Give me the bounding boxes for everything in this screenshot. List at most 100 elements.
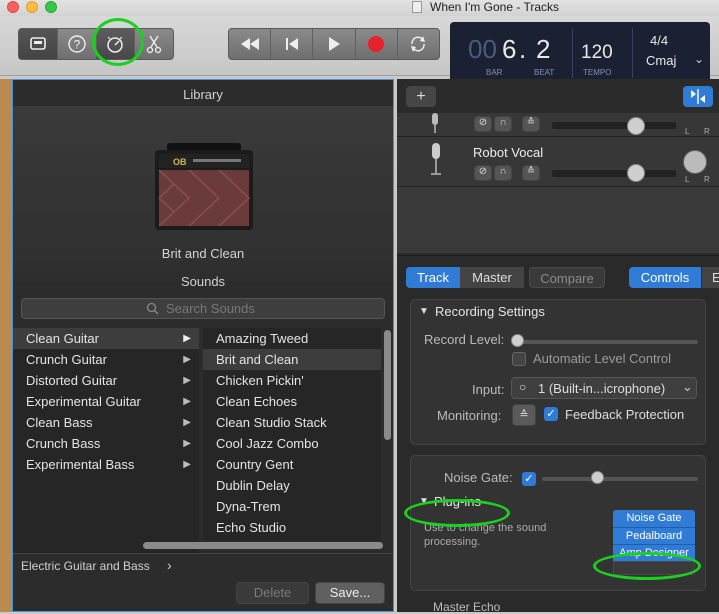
patch-label: Chicken Pickin'	[216, 373, 304, 388]
patch-item[interactable]: Amazing Tweed	[203, 328, 381, 349]
pan-knob[interactable]	[683, 150, 707, 174]
feedback-checkbox[interactable]: ✓	[544, 407, 558, 421]
disclosure-triangle-icon[interactable]: ▼	[419, 306, 429, 317]
record-level-slider[interactable]	[516, 340, 698, 344]
volume-knob[interactable]	[627, 164, 645, 182]
search-placeholder: Search Sounds	[166, 301, 255, 316]
category-item[interactable]: Crunch Bass ▶	[13, 433, 199, 454]
category-item[interactable]: Experimental Bass ▶	[13, 454, 199, 475]
input-monitor-button[interactable]: ≙	[522, 116, 540, 132]
category-label: Experimental Bass	[26, 457, 135, 472]
auto-level-checkbox[interactable]	[512, 352, 526, 366]
tracks-area: + ⊘ ∩ ≙ L R Robot Vocal ⊘ ∩ ≙ L R Track …	[397, 79, 719, 614]
vertical-scrollbar[interactable]	[384, 330, 391, 440]
lcd-tempo: 120	[581, 42, 613, 63]
title-bar: When I'm Gone - Tracks	[0, 0, 719, 16]
record-button[interactable]	[356, 29, 398, 59]
highlight-circle	[92, 18, 144, 66]
catch-playhead-button[interactable]	[683, 86, 713, 107]
disclosure-arrow-icon: ▶	[183, 375, 191, 386]
patch-item[interactable]: Country Gent	[203, 454, 381, 475]
question-icon: ?	[67, 35, 86, 53]
headphones-button[interactable]: ∩	[494, 116, 512, 132]
play-icon	[329, 37, 340, 51]
tab-master[interactable]: Master	[460, 267, 524, 288]
patch-item[interactable]: Chicken Pickin'	[203, 370, 381, 391]
input-select[interactable]: ○ 1 (Built-in...icrophone) ⌄	[511, 377, 697, 399]
patch-item[interactable]: Echo Studio	[203, 517, 381, 538]
go-to-beginning-button[interactable]	[271, 29, 314, 59]
mute-button[interactable]: ⊘	[474, 165, 492, 181]
rewind-button[interactable]	[229, 29, 272, 59]
noise-gate-label: Noise Gate:	[444, 470, 513, 485]
patch-item[interactable]: Cool Jazz Combo	[203, 433, 381, 454]
category-label: Clean Guitar	[26, 331, 99, 346]
disclosure-arrow-icon: ▶	[183, 354, 191, 365]
microphone-icon	[431, 143, 441, 175]
volume-knob[interactable]	[627, 117, 645, 135]
volume-slider[interactable]	[552, 170, 676, 177]
horizontal-scrollbar[interactable]	[143, 542, 383, 549]
record-level-knob[interactable]	[511, 334, 524, 347]
help-button[interactable]: ?	[58, 29, 97, 59]
zoom-window-button[interactable]	[45, 1, 57, 13]
noise-gate-checkbox[interactable]: ✓	[522, 472, 536, 486]
rewind-icon	[240, 38, 259, 50]
category-item[interactable]: Experimental Guitar ▶	[13, 391, 199, 412]
tab-eq[interactable]: E	[702, 267, 719, 288]
headphones-button[interactable]: ∩	[494, 165, 512, 181]
input-monitor-button[interactable]: ≙	[522, 165, 540, 181]
lcd-dot: .	[519, 34, 527, 64]
patch-item[interactable]: Dyna-Trem	[203, 496, 381, 517]
volume-slider[interactable]	[552, 122, 676, 129]
tab-controls[interactable]: Controls	[629, 267, 701, 288]
patch-item[interactable]: Clean Echoes	[203, 391, 381, 412]
library-panel: Library OB Brit and Clean Sounds Search …	[12, 79, 394, 612]
save-button[interactable]: Save...	[315, 582, 385, 604]
plugin-slot-pedalboard[interactable]: Pedalboard	[613, 527, 695, 544]
category-item[interactable]: Clean Guitar ▶	[13, 328, 199, 349]
lcd-dropdown-icon[interactable]: ⌄	[694, 52, 704, 66]
track-header[interactable]: Robot Vocal ⊘ ∩ ≙ L R	[397, 137, 719, 187]
lcd-key: Cmaj	[646, 53, 677, 68]
disclosure-arrow-icon: ▶	[183, 459, 191, 470]
close-window-button[interactable]	[7, 1, 19, 13]
input-value: 1 (Built-in...icrophone)	[538, 381, 666, 396]
lcd-beat-label: BEAT	[534, 68, 555, 77]
patch-item[interactable]: Dublin Delay	[203, 475, 381, 496]
track-name[interactable]: Robot Vocal	[473, 145, 543, 160]
patch-label: Clean Echoes	[216, 394, 297, 409]
footer-path[interactable]: Electric Guitar and Bass	[21, 559, 150, 573]
window-background	[0, 79, 12, 612]
category-label: Clean Bass	[26, 415, 93, 430]
tab-track[interactable]: Track	[406, 267, 460, 288]
track-header[interactable]: ⊘ ∩ ≙ L R	[397, 113, 719, 137]
noise-gate-slider[interactable]	[542, 477, 698, 481]
auto-level-label: Automatic Level Control	[533, 351, 672, 366]
highlight-circle	[593, 552, 701, 580]
library-icon	[30, 37, 46, 50]
patch-label: Echo Studio	[216, 520, 287, 535]
cycle-button[interactable]	[398, 29, 439, 59]
library-button[interactable]	[19, 29, 58, 59]
category-item[interactable]: Distorted Guitar ▶	[13, 370, 199, 391]
search-field[interactable]: Search Sounds	[21, 298, 385, 319]
patch-item[interactable]: Clean Studio Stack	[203, 412, 381, 433]
lcd-bar-dim: 00	[468, 34, 497, 64]
plugin-slot-noise-gate[interactable]: Noise Gate	[613, 510, 695, 527]
patch-item[interactable]: Brit and Clean	[203, 349, 381, 370]
play-button[interactable]	[313, 29, 356, 59]
add-track-button[interactable]: +	[406, 86, 436, 107]
lcd-display[interactable]: 00 6 . 2 BAR BEAT 120 TEMPO 4/4 Cmaj ⌄	[450, 22, 710, 84]
category-item[interactable]: Clean Bass ▶	[13, 412, 199, 433]
mute-button[interactable]: ⊘	[474, 116, 492, 132]
category-item[interactable]: Crunch Guitar ▶	[13, 349, 199, 370]
compare-button[interactable]: Compare	[529, 267, 605, 288]
record-level-label: Record Level:	[424, 332, 505, 347]
minimize-window-button[interactable]	[26, 1, 38, 13]
delete-button[interactable]: Delete	[236, 582, 309, 604]
recording-settings-title: Recording Settings	[435, 304, 545, 319]
window-title: When I'm Gone - Tracks	[430, 0, 559, 14]
noise-gate-knob[interactable]	[591, 471, 604, 484]
monitoring-button[interactable]: ≙	[512, 404, 536, 426]
